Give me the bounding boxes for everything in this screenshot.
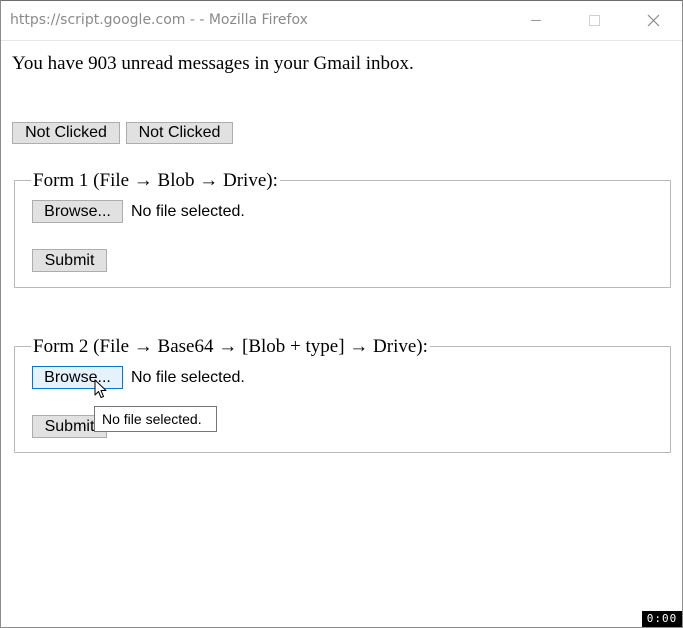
maximize-button[interactable] bbox=[565, 1, 623, 40]
form-2-fieldset: Form 2 (File → Base64 → [Blob + type] → … bbox=[14, 337, 671, 453]
form-1-fieldset: Form 1 (File → Blob → Drive): bbox=[14, 171, 671, 288]
not-clicked-button-2[interactable]: Not Clicked bbox=[126, 122, 233, 144]
form-2-legend: Form 2 (File → Base64 → [Blob + type] → … bbox=[31, 336, 430, 357]
close-icon bbox=[647, 14, 660, 27]
form-2-file-status: No file selected. bbox=[131, 369, 245, 386]
unread-message-text: You have 903 unread messages in your Gma… bbox=[12, 53, 414, 74]
not-clicked-button-1[interactable]: Not Clicked bbox=[12, 122, 120, 144]
form-1-submit-button[interactable]: Submit bbox=[32, 249, 107, 272]
minimize-icon bbox=[531, 20, 541, 21]
title-bar[interactable]: https://script.google.com - - Mozilla Fi… bbox=[1, 1, 682, 41]
browser-window: https://script.google.com - - Mozilla Fi… bbox=[0, 0, 683, 628]
window-title: https://script.google.com - - Mozilla Fi… bbox=[10, 12, 308, 28]
close-button[interactable] bbox=[623, 1, 681, 40]
recording-timer: 0:00 bbox=[642, 611, 682, 627]
form-1-browse-button[interactable]: Browse... bbox=[32, 200, 123, 223]
form-1-file-status: No file selected. bbox=[131, 203, 245, 220]
minimize-button[interactable] bbox=[507, 1, 565, 40]
form-1-legend: Form 1 (File → Blob → Drive): bbox=[31, 170, 280, 191]
mouse-pointer-icon bbox=[94, 379, 107, 398]
form-2-browse-button[interactable]: Browse... bbox=[32, 366, 123, 389]
maximize-icon bbox=[589, 15, 600, 26]
page-content: You have 903 unread messages in your Gma… bbox=[1, 41, 682, 627]
file-tooltip: No file selected. bbox=[94, 406, 217, 432]
